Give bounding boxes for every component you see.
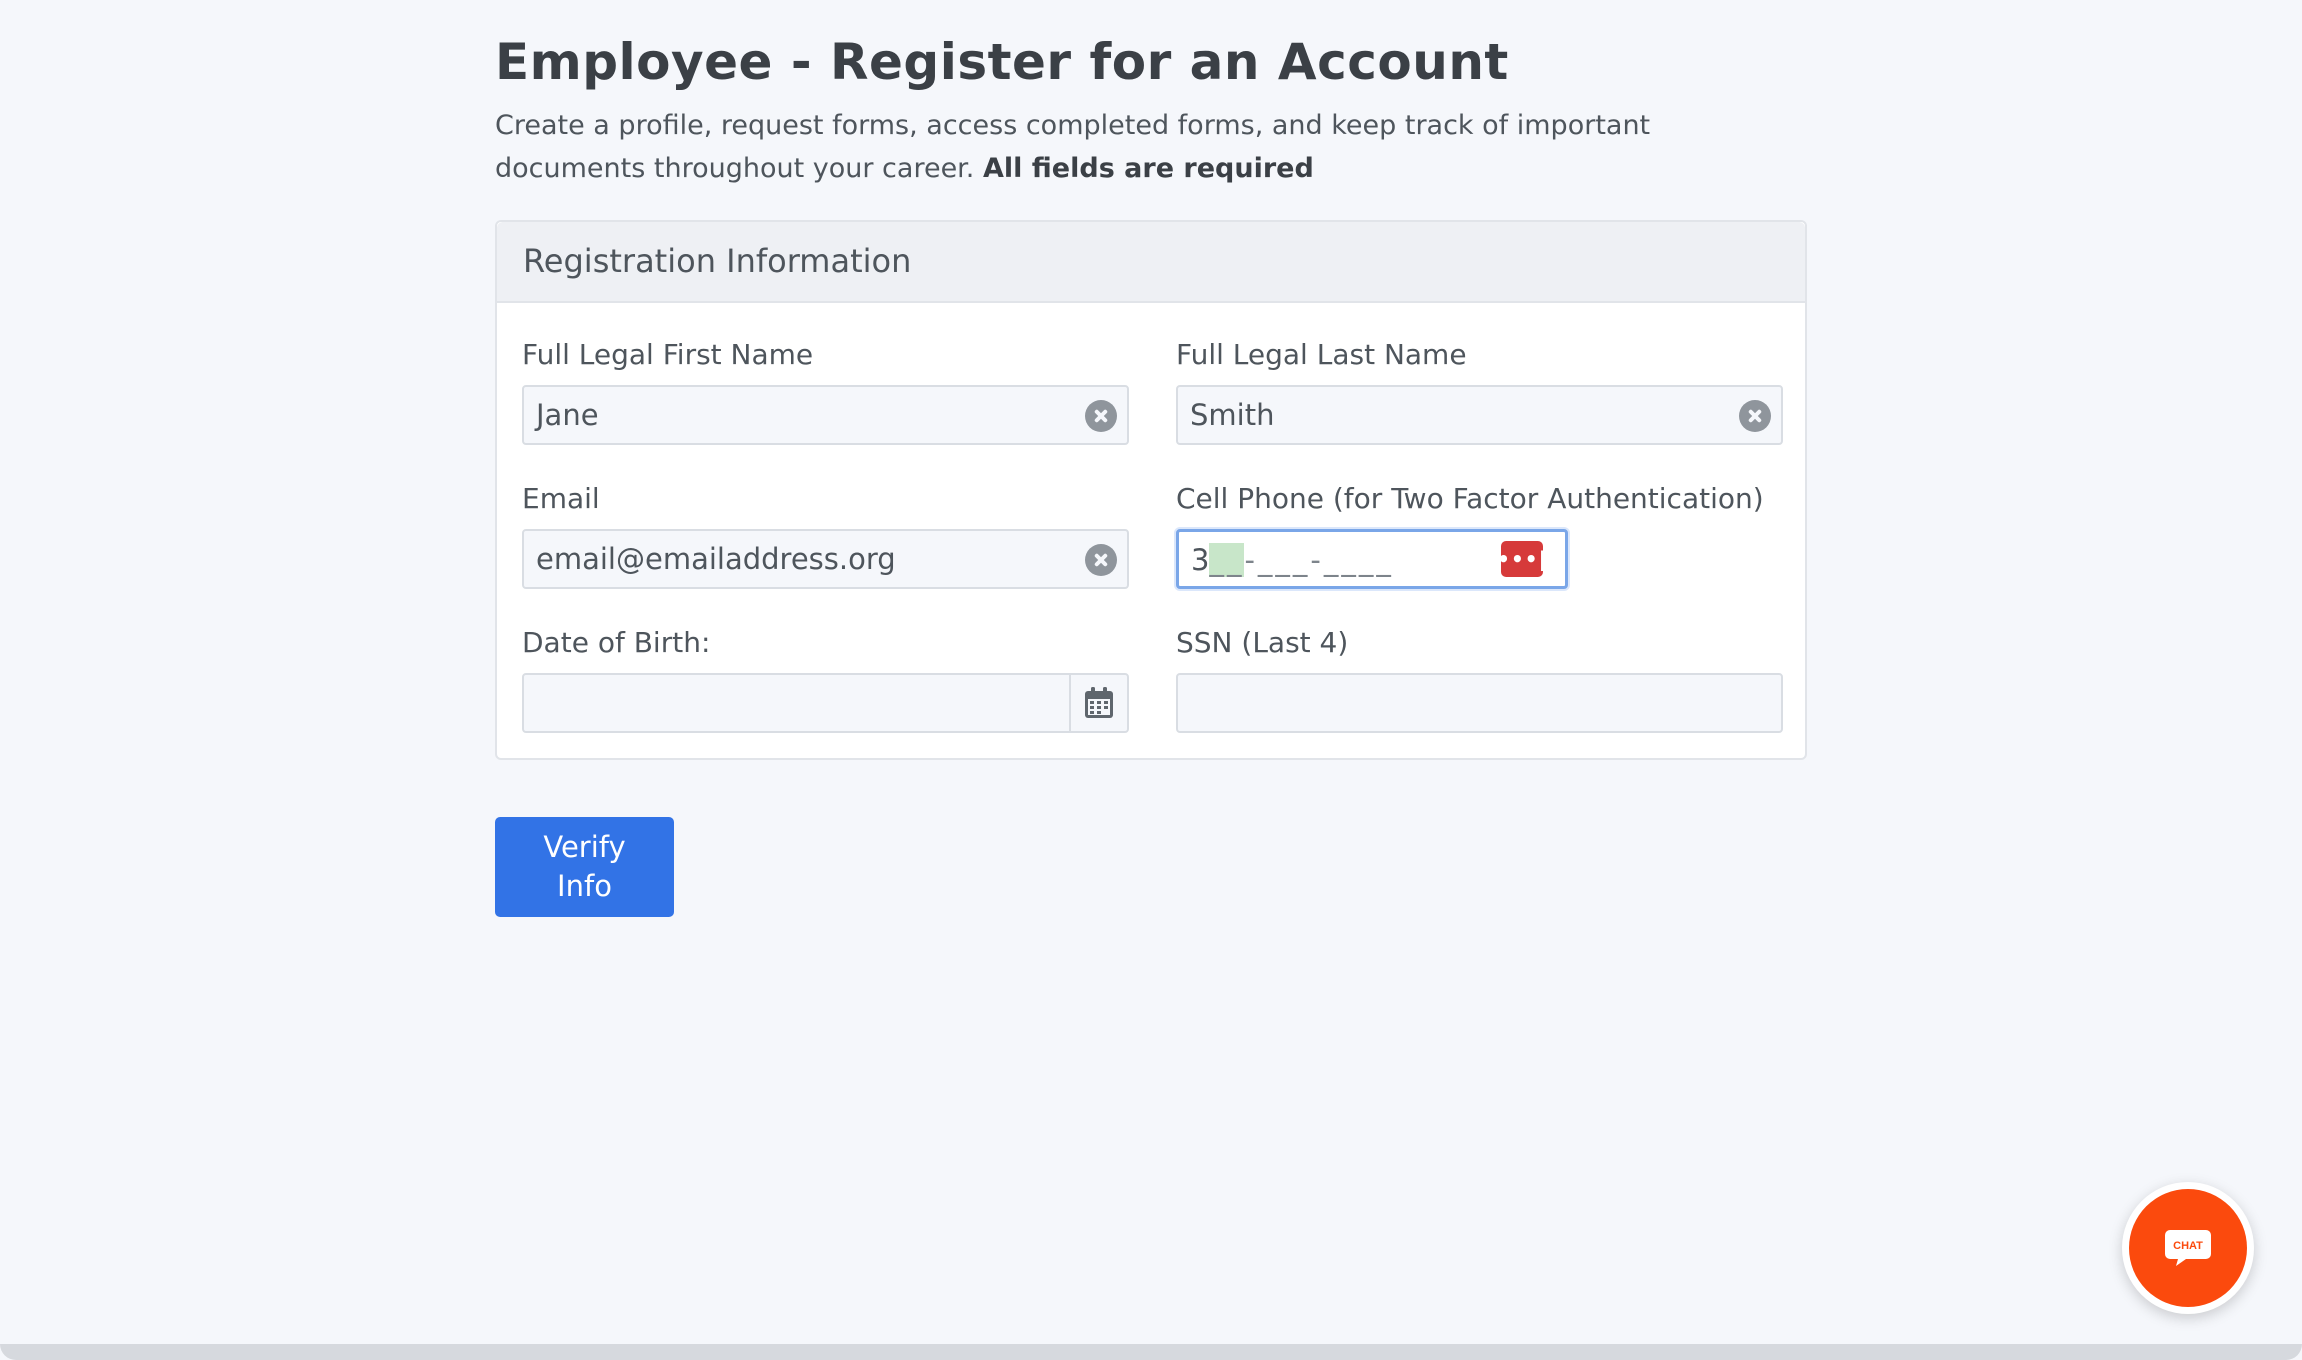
last-name-input[interactable]: Smith: [1176, 385, 1783, 445]
chat-bubble-icon: CHAT: [2165, 1230, 2211, 1266]
ssn-input[interactable]: [1176, 673, 1783, 733]
dob-label: Date of Birth:: [522, 626, 711, 659]
chat-icon: CHAT: [2129, 1189, 2247, 1307]
email-value: email@emailaddress.org: [536, 542, 896, 576]
first-name-label: Full Legal First Name: [522, 338, 814, 371]
chat-label: CHAT: [2173, 1240, 2203, 1252]
calendar-button[interactable]: [1069, 675, 1127, 731]
phone-field: Cell Phone (for Two Factor Authenticatio…: [1176, 481, 1764, 589]
page-title: Employee - Register for an Account: [495, 33, 1509, 91]
verify-label-line1: Verify: [543, 830, 626, 864]
window-bottom-edge: [0, 1344, 2302, 1360]
verify-label-line2: Info: [557, 869, 612, 903]
verify-info-button[interactable]: Verify Info: [495, 817, 674, 917]
page-intro: Create a profile, request forms, access …: [495, 104, 1807, 190]
first-name-value: Jane: [536, 398, 599, 432]
email-field: Email email@emailaddress.org: [522, 481, 1129, 589]
clear-icon[interactable]: [1739, 400, 1771, 432]
email-input[interactable]: email@emailaddress.org: [522, 529, 1129, 589]
dob-field: Date of Birth:: [522, 625, 1129, 733]
chat-button[interactable]: CHAT: [2122, 1182, 2254, 1314]
phone-mask-rest: -___-____: [1244, 543, 1394, 577]
phone-input[interactable]: 3__-___-____ •••|: [1176, 529, 1568, 589]
last-name-value: Smith: [1190, 398, 1275, 432]
calendar-icon: [1085, 687, 1113, 718]
card-header: Registration Information: [497, 222, 1805, 303]
email-label: Email: [522, 482, 600, 515]
ssn-label: SSN (Last 4): [1176, 626, 1349, 659]
first-name-field: Full Legal First Name Jane: [522, 337, 1129, 445]
clear-icon[interactable]: [1085, 400, 1117, 432]
dob-input[interactable]: [522, 673, 1129, 733]
phone-typed-digit: 3: [1191, 543, 1210, 577]
last-name-field: Full Legal Last Name Smith: [1176, 337, 1783, 445]
last-name-label: Full Legal Last Name: [1176, 338, 1467, 371]
page: Employee - Register for an Account Creat…: [0, 0, 2302, 1360]
required-note: All fields are required: [982, 153, 1314, 184]
main-container: Employee - Register for an Account Creat…: [495, 24, 1807, 760]
phone-mask-cursor: __: [1209, 543, 1245, 577]
ssn-field: SSN (Last 4): [1176, 625, 1783, 733]
password-manager-icon[interactable]: •••|: [1497, 541, 1546, 577]
first-name-input[interactable]: Jane: [522, 385, 1129, 445]
clear-icon[interactable]: [1085, 544, 1117, 576]
phone-label: Cell Phone (for Two Factor Authenticatio…: [1176, 482, 1764, 515]
registration-card: Registration Information Full Legal Firs…: [495, 220, 1807, 760]
